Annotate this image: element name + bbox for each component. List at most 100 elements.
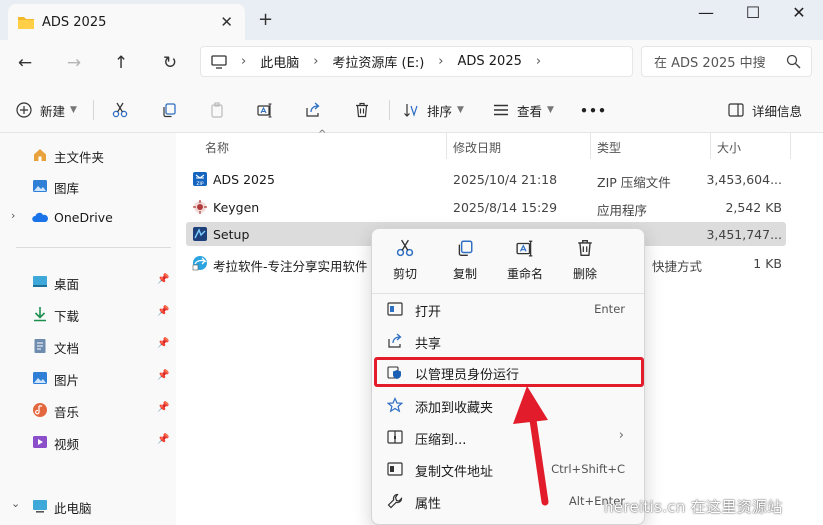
minimize-button[interactable]: — [686, 3, 726, 23]
divider [389, 100, 390, 120]
folder-icon [18, 17, 34, 29]
details-pane-icon [728, 103, 744, 117]
sidebar-item-gallery[interactable]: 图库 [0, 173, 176, 199]
view-label: 查看 [517, 103, 543, 119]
delete-button[interactable] [354, 99, 370, 121]
menu-item-compress[interactable]: 压缩到... › [376, 423, 640, 451]
scissors-icon [396, 239, 414, 257]
menu-item-copy-path[interactable]: 复制文件地址 Ctrl+Shift+C [376, 455, 640, 483]
column-header-name[interactable]: 名称 [205, 139, 229, 156]
context-cut-button[interactable]: 剪切 [375, 239, 435, 282]
breadcrumb-drive-e[interactable]: 考拉资源库 (E:) [332, 52, 424, 71]
refresh-button[interactable]: ↻ [157, 50, 183, 76]
sidebar-item-downloads[interactable]: 下载 📌 [0, 301, 176, 327]
computer-icon [211, 54, 227, 69]
forward-button[interactable]: → [61, 50, 87, 76]
breadcrumb-ads-2025[interactable]: ADS 2025 [458, 54, 522, 69]
chevron-down-icon[interactable]: ⌄ [11, 497, 20, 510]
view-button[interactable]: 查看 ▼ [493, 99, 554, 121]
document-icon [34, 339, 46, 353]
sidebar-item-pictures[interactable]: 图片 📌 [0, 365, 176, 391]
pin-icon[interactable]: 📌 [157, 402, 169, 413]
sidebar-item-videos[interactable]: 视频 📌 [0, 429, 176, 455]
menu-item-share[interactable]: 共享 [376, 327, 640, 355]
address-bar[interactable]: › 此电脑 › 考拉资源库 (E:) › ADS 2025 › [200, 46, 633, 77]
divider [93, 100, 94, 120]
open-window-icon [387, 302, 403, 316]
new-tab-button[interactable]: + [258, 9, 273, 30]
context-copy-button[interactable]: 复制 [435, 239, 495, 282]
menu-item-properties[interactable]: 属性 Alt+Enter [376, 487, 640, 515]
column-divider[interactable] [446, 133, 447, 159]
sidebar-item-desktop[interactable]: 桌面 📌 [0, 269, 176, 295]
close-window-button[interactable]: ✕ [779, 3, 819, 23]
plus-circle-icon [16, 102, 32, 118]
column-header-type[interactable]: 类型 [597, 139, 621, 156]
copy-icon [458, 240, 473, 256]
share-button[interactable] [305, 99, 321, 121]
copy-button[interactable] [161, 99, 177, 121]
share-icon [388, 333, 402, 348]
sidebar-item-documents[interactable]: 文档 📌 [0, 333, 176, 359]
pin-icon[interactable]: 📌 [157, 306, 169, 317]
chevron-right-icon: › [618, 428, 624, 443]
column-divider[interactable] [710, 133, 711, 159]
computer-icon [33, 500, 47, 513]
chevron-right-icon[interactable]: › [11, 209, 15, 222]
column-divider[interactable] [590, 133, 591, 159]
search-input[interactable]: 在 ADS 2025 中搜 [641, 46, 812, 77]
rename-button[interactable] [257, 99, 273, 121]
pin-icon[interactable]: 📌 [157, 370, 169, 381]
pin-icon[interactable]: 📌 [157, 434, 169, 445]
file-row-ads-2025-zip[interactable]: ZIP ADS 2025 2025/10/4 21:18 ZIP 压缩文件 3,… [186, 167, 786, 191]
copy-icon [163, 103, 176, 118]
menu-item-add-favorites[interactable]: 添加到收藏夹 [376, 391, 640, 419]
maximize-button[interactable]: ☐ [733, 3, 773, 23]
up-button[interactable]: ↑ [108, 50, 134, 76]
tab-close-icon[interactable]: ✕ [220, 13, 233, 31]
paste-button[interactable] [209, 99, 225, 121]
home-icon [34, 149, 46, 161]
new-button[interactable]: 新建 ▼ [16, 99, 77, 121]
sort-label: 排序 [427, 103, 453, 119]
download-icon [34, 307, 46, 322]
trash-icon [356, 102, 368, 118]
sidebar-item-music[interactable]: 音乐 📌 [0, 397, 176, 423]
column-header-date[interactable]: 修改日期 [453, 139, 501, 156]
shortcut-icon [192, 256, 208, 271]
tab-ads-2025[interactable]: ADS 2025 ✕ [8, 4, 245, 40]
more-options-button[interactable]: ••• [580, 99, 607, 121]
cut-button[interactable] [112, 99, 128, 121]
context-delete-button[interactable]: 删除 [555, 239, 615, 282]
setup-icon [193, 227, 207, 241]
back-button[interactable]: ← [12, 50, 38, 76]
details-pane-button[interactable]: 详细信息 [728, 99, 802, 121]
sidebar-item-onedrive[interactable]: › OneDrive [0, 205, 176, 231]
rename-icon [516, 240, 533, 257]
admin-shield-icon [387, 366, 401, 379]
chevron-right-icon: › [438, 54, 444, 69]
sort-button[interactable]: 排序 ▼ [403, 99, 464, 121]
view-list-icon [494, 104, 508, 116]
context-rename-button[interactable]: 重命名 [495, 239, 555, 282]
wrench-icon [387, 493, 403, 509]
command-bar: 新建 ▼ 排序 ▼ 查看 ▼ ••• 详细信息 [0, 86, 823, 133]
column-divider[interactable] [790, 133, 791, 159]
menu-item-run-as-admin[interactable]: 以管理员身份运行 [374, 357, 644, 387]
pin-icon[interactable]: 📌 [157, 274, 169, 285]
sidebar-divider [16, 247, 171, 248]
sidebar-item-this-pc[interactable]: ⌄ 此电脑 [0, 493, 176, 519]
breadcrumb-this-pc[interactable]: 此电脑 [260, 52, 299, 71]
chevron-right-icon: › [241, 54, 247, 69]
chevron-down-icon: ▼ [547, 105, 554, 115]
sort-icon [404, 104, 418, 117]
menu-item-open[interactable]: 打开 Enter [376, 295, 640, 323]
file-row-keygen[interactable]: Keygen 2025/8/14 15:29 应用程序 2,542 KB [186, 195, 786, 219]
chevron-down-icon: ▼ [70, 105, 77, 115]
chevron-down-icon: ▼ [457, 105, 464, 115]
trash-icon [578, 240, 592, 256]
sidebar-item-home[interactable]: 主文件夹 [0, 142, 176, 168]
chevron-right-icon[interactable]: › [536, 54, 541, 69]
column-header-size[interactable]: 大小 [717, 139, 741, 156]
pin-icon[interactable]: 📌 [157, 338, 169, 349]
